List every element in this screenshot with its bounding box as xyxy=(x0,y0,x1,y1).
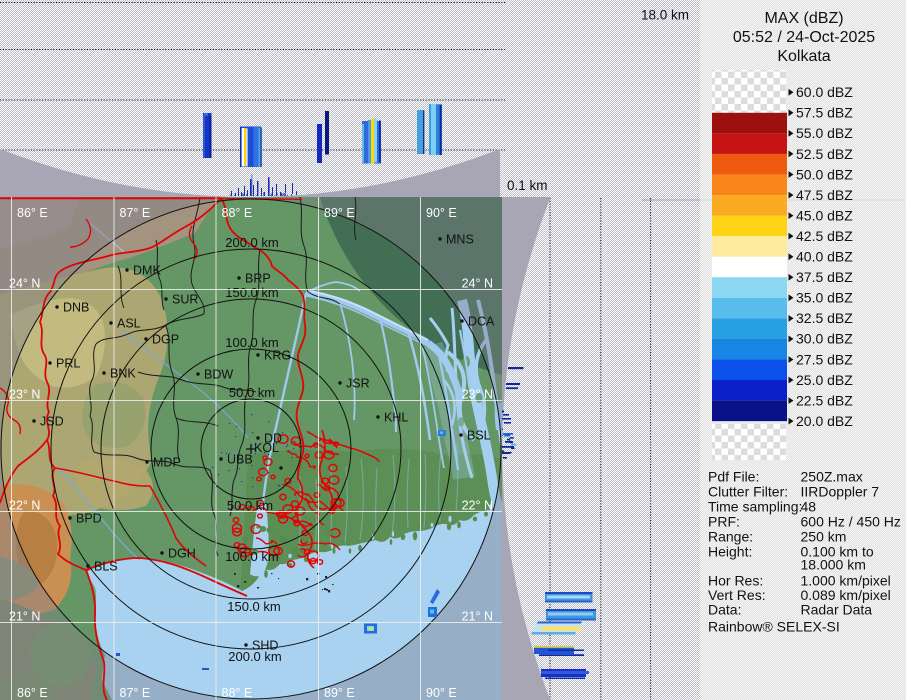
svg-text:18.000 km: 18.000 km xyxy=(801,557,866,573)
svg-text:SHD: SHD xyxy=(252,639,278,653)
svg-text:BLS: BLS xyxy=(94,560,118,574)
svg-text:BDW: BDW xyxy=(204,368,233,382)
svg-text:47.5 dBZ: 47.5 dBZ xyxy=(796,187,853,203)
svg-text:BNK: BNK xyxy=(110,367,136,381)
svg-text:IIRDoppler 7: IIRDoppler 7 xyxy=(801,484,880,500)
svg-text:45.0 dBZ: 45.0 dBZ xyxy=(796,207,853,223)
svg-text:55.0 dBZ: 55.0 dBZ xyxy=(796,125,853,141)
svg-text:27.5 dBZ: 27.5 dBZ xyxy=(796,351,853,367)
svg-text:20.0 dBZ: 20.0 dBZ xyxy=(796,413,853,429)
svg-text:Clutter Filter:: Clutter Filter: xyxy=(708,484,788,500)
svg-text:23° N: 23° N xyxy=(9,388,40,402)
svg-text:ASL: ASL xyxy=(117,317,141,331)
svg-text:600 Hz / 450 Hz: 600 Hz / 450 Hz xyxy=(801,514,901,530)
svg-text:Rainbow® SELEX-SI: Rainbow® SELEX-SI xyxy=(708,619,840,635)
svg-text:Kolkata: Kolkata xyxy=(777,48,830,65)
svg-text:DGH: DGH xyxy=(168,547,196,561)
svg-text:Pdf File:: Pdf File: xyxy=(708,469,759,485)
svg-text:05:52 / 24-Oct-2025: 05:52 / 24-Oct-2025 xyxy=(733,29,875,46)
svg-text:KRG: KRG xyxy=(264,349,291,363)
svg-text:Range:: Range: xyxy=(708,529,753,545)
svg-text:24° N: 24° N xyxy=(462,277,493,291)
svg-text:JSR: JSR xyxy=(346,377,370,391)
svg-text:22.5 dBZ: 22.5 dBZ xyxy=(796,392,853,408)
svg-text:48: 48 xyxy=(801,499,817,515)
svg-text:21° N: 21° N xyxy=(462,610,493,624)
svg-text:DCA: DCA xyxy=(468,315,495,329)
svg-text:57.5 dBZ: 57.5 dBZ xyxy=(796,105,853,121)
svg-text:89° E: 89° E xyxy=(324,686,355,700)
svg-text:Data:: Data: xyxy=(708,602,741,618)
svg-text:MDP: MDP xyxy=(153,456,181,470)
svg-text:PRF:: PRF: xyxy=(708,514,740,530)
svg-text:60.0 dBZ: 60.0 dBZ xyxy=(796,84,853,100)
svg-text:200.0 km: 200.0 km xyxy=(225,235,278,250)
svg-text:Height:: Height: xyxy=(708,544,752,560)
svg-text:21° N: 21° N xyxy=(9,610,40,624)
svg-text:88° E: 88° E xyxy=(222,686,253,700)
svg-text:22° N: 22° N xyxy=(9,499,40,513)
svg-text:18.0 km: 18.0 km xyxy=(641,8,689,23)
svg-text:87° E: 87° E xyxy=(120,206,151,220)
svg-text:Radar Data: Radar Data xyxy=(801,602,873,618)
svg-text:52.5 dBZ: 52.5 dBZ xyxy=(796,146,853,162)
svg-text:250Z.max: 250Z.max xyxy=(801,469,863,485)
svg-text:UBB: UBB xyxy=(227,453,253,467)
svg-text:DMK: DMK xyxy=(133,264,161,278)
svg-text:0.1 km: 0.1 km xyxy=(507,178,548,193)
svg-text:BRP: BRP xyxy=(245,272,271,286)
svg-text:86° E: 86° E xyxy=(17,206,48,220)
svg-text:KHL: KHL xyxy=(384,411,408,425)
svg-text:Time sampling:: Time sampling: xyxy=(708,499,802,515)
svg-text:30.0 dBZ: 30.0 dBZ xyxy=(796,331,853,347)
svg-text:25.0 dBZ: 25.0 dBZ xyxy=(796,372,853,388)
svg-text:42.5 dBZ: 42.5 dBZ xyxy=(796,228,853,244)
svg-text:BSL: BSL xyxy=(467,429,491,443)
svg-text:40.0 dBZ: 40.0 dBZ xyxy=(796,249,853,265)
svg-text:50.0 km: 50.0 km xyxy=(227,498,273,513)
svg-text:DNB: DNB xyxy=(63,301,89,315)
svg-text:JSD: JSD xyxy=(40,415,64,429)
svg-text:37.5 dBZ: 37.5 dBZ xyxy=(796,269,853,285)
svg-text:86° E: 86° E xyxy=(17,686,48,700)
svg-text:50.0 dBZ: 50.0 dBZ xyxy=(796,166,853,182)
svg-text:50.0 km: 50.0 km xyxy=(229,385,275,400)
svg-text:250 km: 250 km xyxy=(801,529,847,545)
svg-text:PRL: PRL xyxy=(56,357,80,371)
svg-text:87° E: 87° E xyxy=(120,686,151,700)
svg-text:150.0 km: 150.0 km xyxy=(227,599,280,614)
svg-text:90° E: 90° E xyxy=(426,206,457,220)
svg-text:90° E: 90° E xyxy=(426,686,457,700)
svg-text:BPD: BPD xyxy=(76,512,102,526)
svg-text:89° E: 89° E xyxy=(324,206,355,220)
svg-text:MAX (dBZ): MAX (dBZ) xyxy=(764,10,843,27)
svg-text:23° N: 23° N xyxy=(462,388,493,402)
svg-text:35.0 dBZ: 35.0 dBZ xyxy=(796,290,853,306)
svg-text:24° N: 24° N xyxy=(9,277,40,291)
svg-text:DGP: DGP xyxy=(152,333,179,347)
svg-text:150.0 km: 150.0 km xyxy=(225,285,278,300)
svg-text:88° E: 88° E xyxy=(222,206,253,220)
svg-text:KOL: KOL xyxy=(254,441,279,455)
svg-text:100.0 km: 100.0 km xyxy=(225,549,278,564)
svg-text:32.5 dBZ: 32.5 dBZ xyxy=(796,310,853,326)
svg-text:MNS: MNS xyxy=(446,233,474,247)
svg-text:SUR: SUR xyxy=(172,293,198,307)
svg-text:22° N: 22° N xyxy=(462,499,493,513)
